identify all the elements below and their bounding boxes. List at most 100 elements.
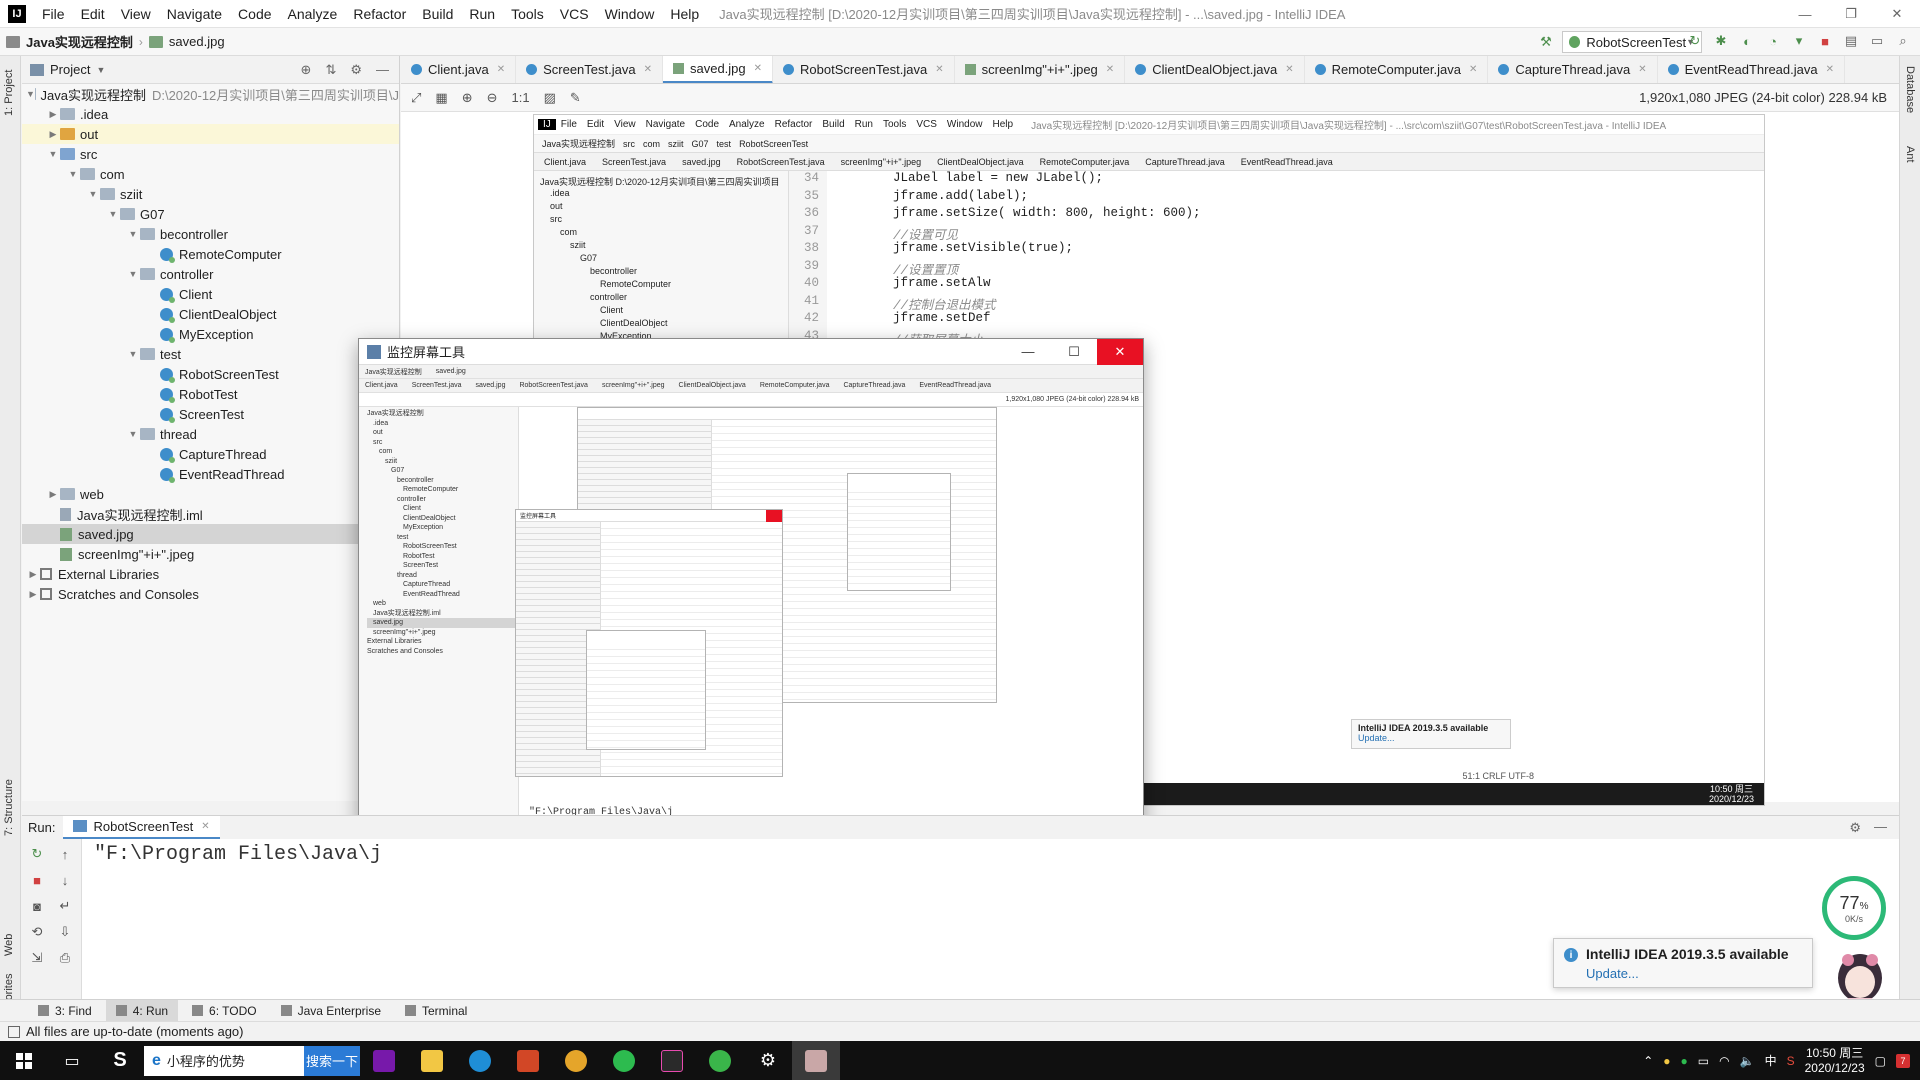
app-icon-s[interactable]: S — [96, 1041, 144, 1080]
tree-item[interactable]: RemoteComputer — [22, 244, 399, 264]
tray-app-icon[interactable]: ● — [1663, 1054, 1670, 1068]
zoom-in-icon[interactable]: ⊕ — [462, 90, 473, 106]
menu-item[interactable]: File — [34, 0, 73, 28]
update-notification[interactable]: i IntelliJ IDEA 2019.3.5 available Updat… — [1553, 938, 1813, 988]
chevron-down-icon[interactable]: ▼ — [86, 189, 100, 199]
network-icon[interactable]: ◠ — [1719, 1054, 1729, 1068]
tree-item[interactable]: ▶ .idea — [22, 104, 399, 124]
close-tab-icon[interactable]: ✕ — [497, 64, 505, 75]
wechat-icon[interactable] — [600, 1041, 648, 1080]
grid-icon[interactable]: ▦ — [435, 90, 447, 106]
battery-icon[interactable]: ▭ — [1698, 1054, 1709, 1068]
gear-icon[interactable]: ⚙ — [1849, 820, 1861, 836]
coverage-icon[interactable]: ◐ — [1738, 32, 1756, 50]
menu-item[interactable]: Window — [597, 0, 663, 28]
tree-item[interactable]: ▼ becontroller — [22, 224, 399, 244]
exit-icon[interactable]: ⇲ — [28, 949, 46, 967]
onenote-icon[interactable] — [360, 1041, 408, 1080]
zoom-out-icon[interactable]: ⊖ — [487, 90, 498, 106]
hide-panel-icon[interactable]: — — [1874, 819, 1887, 834]
actual-size-button[interactable]: 1:1 — [512, 90, 530, 105]
notification-update-link[interactable]: Update... — [1586, 966, 1639, 981]
stripe-ant[interactable]: Ant — [1904, 146, 1916, 163]
close-tab-icon[interactable]: ✕ — [1106, 64, 1114, 75]
chevron-down-icon[interactable]: ▼ — [126, 229, 140, 239]
hide-icon[interactable]: — — [376, 62, 389, 78]
close-tab-icon[interactable]: ✕ — [1638, 64, 1646, 75]
tray-expand-icon[interactable]: ⌃ — [1643, 1054, 1653, 1068]
project-structure-icon[interactable]: ▤ — [1842, 32, 1860, 50]
tree-item[interactable]: screenImg"+i+".jpeg — [22, 544, 399, 564]
layout-icon[interactable]: ▭ — [1868, 32, 1886, 50]
tree-item[interactable]: ▶ External Libraries — [22, 564, 399, 584]
bottom-tool-tab[interactable]: 3: Find — [28, 1000, 102, 1022]
cpu-usage-widget[interactable]: 77% 0K/s — [1822, 876, 1886, 940]
tree-item[interactable]: ▼ src — [22, 144, 399, 164]
build-hammer-icon[interactable]: ⚒ — [1537, 33, 1555, 51]
stripe-database[interactable]: Database — [1904, 66, 1916, 113]
tree-item[interactable]: ▼ Java实现远程控制 D:\2020-12月实训项目\第三四周实训项目\J — [22, 84, 399, 104]
monitor-close-button[interactable]: ✕ — [1097, 339, 1143, 365]
scroll-down-icon[interactable]: ↓ — [56, 871, 74, 889]
collapse-all-icon[interactable]: ⇅ — [325, 62, 336, 78]
chevron-right-icon[interactable]: ▶ — [26, 589, 40, 600]
scroll-to-end-icon[interactable]: ⇩ — [56, 923, 74, 941]
monitor-title-bar[interactable]: 监控屏幕工具 — ☐ ✕ — [359, 339, 1143, 365]
close-tab-icon[interactable]: ✕ — [754, 63, 762, 74]
fit-zoom-icon[interactable]: ⤢ — [411, 90, 421, 106]
editor-tab[interactable]: saved.jpg ✕ — [662, 56, 774, 83]
print-icon[interactable]: ⎙ — [56, 949, 74, 967]
chevron-down-icon[interactable]: ▼ — [96, 65, 105, 75]
edge-icon[interactable] — [456, 1041, 504, 1080]
menu-item[interactable]: Refactor — [345, 0, 414, 28]
chevron-down-icon[interactable]: ▼ — [126, 429, 140, 439]
tree-item[interactable]: ScreenTest — [22, 404, 399, 424]
settings-icon[interactable]: ⚙ — [744, 1041, 792, 1080]
chrome-icon[interactable] — [552, 1041, 600, 1080]
editor-tab[interactable]: RobotScreenTest.java ✕ — [773, 56, 955, 83]
editor-tab[interactable]: ScreenTest.java ✕ — [516, 56, 663, 83]
menu-item[interactable]: Navigate — [159, 0, 230, 28]
chevron-down-icon[interactable]: ▼ — [126, 349, 140, 359]
close-tab-icon[interactable]: ✕ — [1469, 64, 1477, 75]
monitor-minimize-button[interactable]: — — [1005, 339, 1051, 365]
maximize-button[interactable]: ❐ — [1828, 0, 1874, 28]
tree-item[interactable]: MyException — [22, 324, 399, 344]
monitor-maximize-button[interactable]: ☐ — [1051, 339, 1097, 365]
run-more-icon[interactable]: ▾ — [1790, 32, 1808, 50]
stop-icon[interactable]: ■ — [28, 871, 46, 889]
tree-item[interactable]: ▶ web — [22, 484, 399, 504]
bottom-tool-tab[interactable]: 6: TODO — [182, 1000, 267, 1022]
close-tab-icon[interactable]: ✕ — [201, 821, 209, 832]
rerun-icon[interactable]: ↻ — [1686, 32, 1704, 50]
editor-tab[interactable]: CaptureThread.java ✕ — [1488, 56, 1658, 83]
chevron-down-icon[interactable]: ▼ — [106, 209, 120, 219]
menu-item[interactable]: Help — [662, 0, 707, 28]
tree-item[interactable]: saved.jpg — [22, 524, 399, 544]
menu-item[interactable]: Analyze — [280, 0, 346, 28]
scroll-up-icon[interactable]: ↑ — [56, 845, 74, 863]
volume-icon[interactable]: 🔈 — [1740, 1054, 1755, 1068]
menu-item[interactable]: Code — [230, 0, 279, 28]
powerpoint-icon[interactable] — [504, 1041, 552, 1080]
chevron-down-icon[interactable]: ▼ — [26, 89, 35, 99]
soft-wrap-icon[interactable]: ↵ — [56, 897, 74, 915]
chevron-down-icon[interactable]: ▼ — [66, 169, 80, 179]
chevron-right-icon[interactable]: ▶ — [46, 489, 60, 500]
tree-item[interactable]: ClientDealObject — [22, 304, 399, 324]
chevron-right-icon[interactable]: ▶ — [26, 569, 40, 580]
editor-tab[interactable]: EventReadThread.java ✕ — [1658, 56, 1845, 83]
start-button[interactable] — [0, 1041, 48, 1080]
search-everywhere-icon[interactable]: ⌕ — [1894, 32, 1912, 50]
editor-tab[interactable]: screenImg"+i+".jpeg ✕ — [955, 56, 1126, 83]
color-picker-icon[interactable]: ✎ — [570, 90, 581, 106]
tree-item[interactable]: Client — [22, 284, 399, 304]
chevron-right-icon[interactable]: ▶ — [46, 129, 60, 140]
green-app-icon[interactable] — [696, 1041, 744, 1080]
run-tab[interactable]: RobotScreenTest ✕ — [63, 815, 220, 840]
close-button[interactable]: ✕ — [1874, 0, 1920, 28]
task-view-icon[interactable]: ▭ — [48, 1041, 96, 1080]
action-center-icon[interactable]: ▢ — [1875, 1054, 1886, 1068]
tree-item[interactable]: ▼ thread — [22, 424, 399, 444]
menu-item[interactable]: Tools — [503, 0, 552, 28]
